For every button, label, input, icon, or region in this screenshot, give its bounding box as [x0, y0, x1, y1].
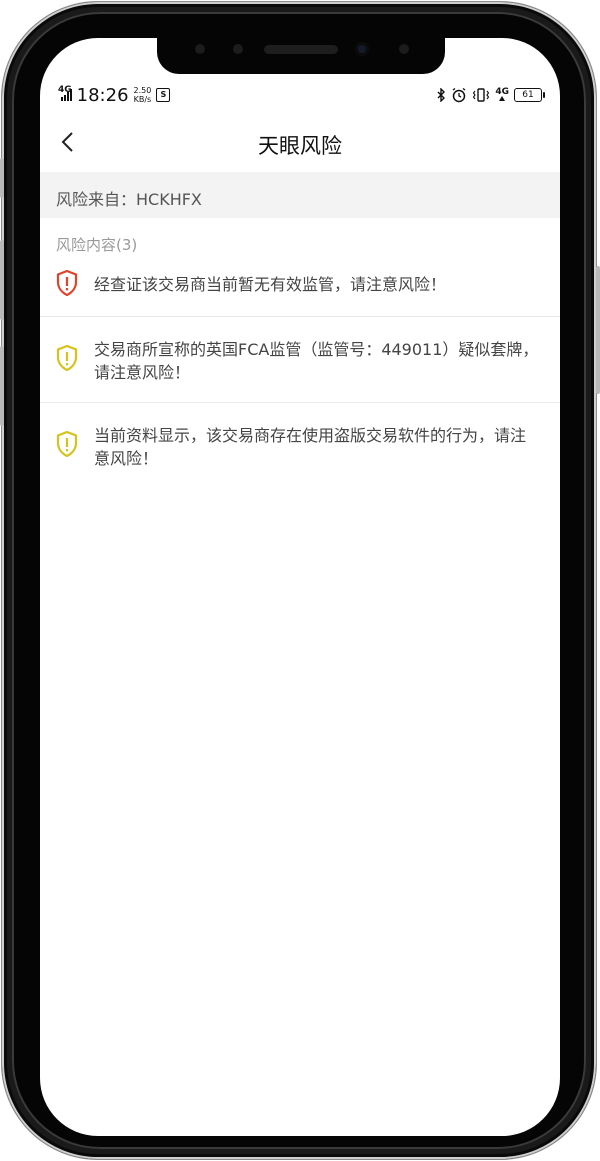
risk-content-header: 风险内容(3): [56, 236, 138, 254]
shield-warning-icon: [56, 431, 78, 457]
sim-card-icon: S: [156, 88, 171, 102]
risk-item: 经查证该交易商当前暂无有效监管，请注意风险！: [40, 260, 560, 317]
bluetooth-icon: [437, 88, 446, 102]
side-button-volume-down: [0, 346, 4, 426]
front-camera: [355, 42, 369, 56]
network-type: 4G: [58, 84, 72, 95]
battery-icon: 61: [514, 88, 545, 102]
sensor-dot: [399, 44, 409, 54]
network-speed: 2.50 KB/s: [134, 86, 152, 104]
speed-value: 2.50: [133, 86, 152, 95]
side-button-silent: [0, 158, 4, 198]
side-button-power: [596, 266, 600, 394]
navigation-bar: 天眼风险: [40, 118, 560, 170]
status-left: 4G 18:26 2.50 KB/s S: [58, 82, 171, 108]
risk-item: 交易商所宣称的英国FCA监管（监管号：449011）疑似套牌，请注意风险！: [40, 317, 560, 403]
status-time: 18:26: [76, 84, 129, 106]
risk-source-text: 风险来自：HCKHFX: [56, 190, 202, 209]
network-type-right: 4G: [495, 88, 509, 102]
sensor-dot: [233, 44, 243, 54]
shield-warning-icon: [56, 345, 78, 371]
speed-unit: KB/s: [133, 95, 152, 104]
risk-source-bar: 风险来自：HCKHFX: [40, 172, 560, 218]
notch: [157, 38, 445, 74]
screen: 4G 18:26 2.50 KB/s S 4G 61 天眼风险 风险来自：HCK…: [40, 38, 560, 1136]
alarm-icon: [452, 87, 466, 103]
earpiece-speaker: [264, 45, 338, 54]
page-title: 天眼风险: [258, 134, 342, 158]
status-right: 4G 61: [436, 82, 545, 108]
vibrate-icon: [473, 88, 490, 102]
risk-text: 交易商所宣称的英国FCA监管（监管号：449011）疑似套牌，请注意风险！: [94, 340, 539, 382]
risk-text: 当前资料显示，该交易商存在使用盗版交易软件的行为，请注意风险！: [94, 426, 527, 468]
status-bar: 4G 18:26 2.50 KB/s S 4G 61: [40, 82, 560, 108]
shield-warning-icon: [56, 270, 78, 296]
risk-text: 经查证该交易商当前暂无有效监管，请注意风险！: [94, 275, 447, 294]
data-arrows-icon: [499, 96, 506, 101]
side-button-volume-up: [0, 240, 4, 320]
sensor-dot: [195, 44, 205, 54]
risk-item: 当前资料显示，该交易商存在使用盗版交易软件的行为，请注意风险！: [40, 403, 560, 488]
